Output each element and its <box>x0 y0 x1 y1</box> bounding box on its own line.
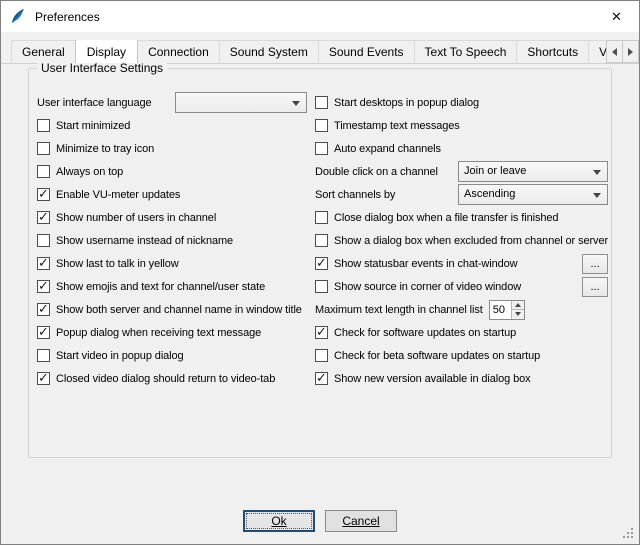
language-row: User interface language <box>37 91 307 114</box>
checkbox-box <box>37 372 50 385</box>
tab-sound-system[interactable]: Sound System <box>219 40 319 63</box>
preferences-window: Preferences ✕ General Display Connection… <box>0 0 640 545</box>
sort-channels-label: Sort channels by <box>315 189 395 201</box>
checkbox-box <box>37 326 50 339</box>
checkbox-vu-meter-updates[interactable]: Enable VU-meter updates <box>37 183 307 206</box>
checkbox-box <box>37 257 50 270</box>
tab-scroll-right-button[interactable] <box>622 40 639 63</box>
checkbox-popup-text-message[interactable]: Popup dialog when receiving text message <box>37 321 307 344</box>
chevron-up-icon <box>515 303 521 307</box>
checkbox-close-on-transfer-finished[interactable]: Close dialog box when a file transfer is… <box>315 206 608 229</box>
close-button[interactable]: ✕ <box>594 1 639 32</box>
statusbar-events-config-button[interactable]: ... <box>582 254 608 274</box>
tab-display[interactable]: Display <box>75 40 138 64</box>
video-source-config-button[interactable]: ... <box>582 277 608 297</box>
checkbox-box <box>315 326 328 339</box>
double-click-value: Join or leave <box>464 162 587 181</box>
window-title: Preferences <box>35 10 594 24</box>
max-text-length-spinner[interactable]: 50 <box>489 300 525 320</box>
checkbox-server-channel-in-title[interactable]: Show both server and channel name in win… <box>37 298 307 321</box>
chevron-down-icon <box>292 101 300 106</box>
checkbox-video-popup-dialog[interactable]: Start video in popup dialog <box>37 344 307 367</box>
sort-channels-row: Sort channels by Ascending <box>315 183 608 206</box>
checkbox-username-instead-nickname[interactable]: Show username instead of nickname <box>37 229 307 252</box>
max-text-length-value: 50 <box>490 301 511 319</box>
checkbox-box <box>37 142 50 155</box>
sort-channels-value: Ascending <box>464 185 587 204</box>
checkbox-box <box>315 257 328 270</box>
checkbox-box <box>315 211 328 224</box>
cancel-button[interactable]: Cancel <box>325 510 397 532</box>
tab-shortcuts[interactable]: Shortcuts <box>516 40 589 63</box>
checkbox-check-beta-updates[interactable]: Check for beta software updates on start… <box>315 344 608 367</box>
double-click-row: Double click on a channel Join or leave <box>315 160 608 183</box>
checkbox-always-on-top[interactable]: Always on top <box>37 160 307 183</box>
checkbox-statusbar-events[interactable]: Show statusbar events in chat-window ... <box>315 252 608 275</box>
tab-connection[interactable]: Connection <box>137 40 220 63</box>
resize-grip[interactable] <box>623 528 635 540</box>
ok-button[interactable]: Ok <box>243 510 315 532</box>
chevron-right-icon <box>628 48 633 56</box>
checkbox-closed-video-return-tab[interactable]: Closed video dialog should return to vid… <box>37 367 307 390</box>
checkbox-box <box>315 119 328 132</box>
checkbox-desktops-popup[interactable]: Start desktops in popup dialog <box>315 91 608 114</box>
tab-text-to-speech[interactable]: Text To Speech <box>414 40 518 63</box>
user-interface-settings-group: User Interface Settings User interface l… <box>28 68 612 458</box>
checkbox-box <box>37 303 50 316</box>
max-text-length-row: Maximum text length in channel list 50 <box>315 298 608 321</box>
tab-sound-events[interactable]: Sound Events <box>318 40 415 63</box>
checkbox-start-minimized[interactable]: Start minimized <box>37 114 307 137</box>
chevron-left-icon <box>612 48 617 56</box>
right-column: Start desktops in popup dialog Timestamp… <box>315 91 608 390</box>
checkbox-box <box>37 234 50 247</box>
chevron-down-icon <box>593 170 601 175</box>
checkbox-box <box>37 119 50 132</box>
checkbox-box <box>315 96 328 109</box>
checkbox-box <box>315 372 328 385</box>
checkbox-box <box>37 280 50 293</box>
checkbox-new-version-dialog[interactable]: Show new version available in dialog box <box>315 367 608 390</box>
checkbox-check-updates[interactable]: Check for software updates on startup <box>315 321 608 344</box>
chevron-down-icon <box>593 193 601 198</box>
checkbox-video-source-corner[interactable]: Show source in corner of video window ..… <box>315 275 608 298</box>
checkbox-box <box>315 349 328 362</box>
language-label: User interface language <box>37 97 175 109</box>
checkbox-box <box>37 349 50 362</box>
checkbox-emojis-and-text[interactable]: Show emojis and text for channel/user st… <box>37 275 307 298</box>
spinner-up-button[interactable] <box>512 301 524 311</box>
double-click-label: Double click on a channel <box>315 166 438 178</box>
display-tab-panel: User Interface Settings User interface l… <box>1 64 639 544</box>
spinner-buttons <box>511 301 524 319</box>
app-icon <box>10 8 27 25</box>
checkbox-auto-expand-channels[interactable]: Auto expand channels <box>315 137 608 160</box>
checkbox-box <box>37 211 50 224</box>
dialog-button-row: Ok Cancel <box>28 510 612 532</box>
chevron-down-icon <box>515 312 521 316</box>
checkbox-box <box>37 188 50 201</box>
checkbox-show-user-count[interactable]: Show number of users in channel <box>37 206 307 229</box>
double-click-combobox[interactable]: Join or leave <box>458 161 608 182</box>
checkbox-dialog-when-excluded[interactable]: Show a dialog box when excluded from cha… <box>315 229 608 252</box>
language-combobox[interactable] <box>175 92 307 113</box>
checkbox-box <box>37 165 50 178</box>
max-text-length-label: Maximum text length in channel list <box>315 304 483 316</box>
sort-channels-combobox[interactable]: Ascending <box>458 184 608 205</box>
titlebar[interactable]: Preferences ✕ <box>1 1 639 32</box>
checkbox-timestamp-messages[interactable]: Timestamp text messages <box>315 114 608 137</box>
tab-scroll-buttons <box>607 40 639 63</box>
checkbox-minimize-to-tray[interactable]: Minimize to tray icon <box>37 137 307 160</box>
spinner-down-button[interactable] <box>512 310 524 319</box>
group-title: User Interface Settings <box>37 61 167 75</box>
tab-bar: General Display Connection Sound System … <box>1 40 639 64</box>
left-column: User interface language Start minimized … <box>37 91 307 390</box>
checkbox-last-to-talk-yellow[interactable]: Show last to talk in yellow <box>37 252 307 275</box>
checkbox-box <box>315 142 328 155</box>
checkbox-box <box>315 280 328 293</box>
tab-general[interactable]: General <box>11 40 76 63</box>
checkbox-box <box>315 234 328 247</box>
tab-scroll-left-button[interactable] <box>606 40 623 63</box>
